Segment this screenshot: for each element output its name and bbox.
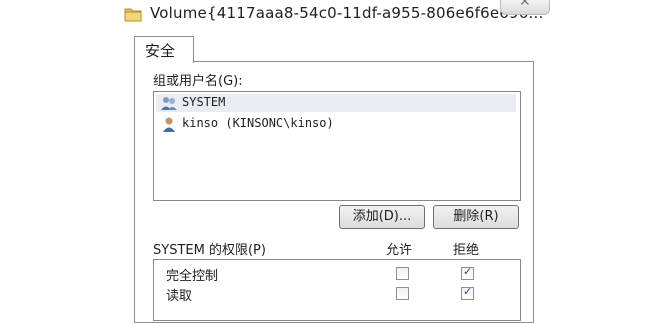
permissions-label: SYSTEM 的权限(P): [153, 243, 266, 258]
list-item-system[interactable]: SYSTEM: [156, 94, 516, 112]
allow-header: 允许: [386, 243, 413, 258]
list-item-label: SYSTEM: [182, 95, 226, 109]
close-button[interactable]: ✕: [500, 0, 550, 15]
permission-name: 完全控制: [166, 269, 219, 284]
window-title: Volume{4117aaa8-54c0-11df-a955-806e6f6e6…: [150, 4, 544, 22]
allow-read-checkbox[interactable]: [396, 287, 409, 300]
list-item-label: kinso (KINSONC\kinso): [182, 116, 334, 130]
permission-name: 读取: [166, 289, 193, 304]
tab-security[interactable]: 安全: [134, 36, 194, 63]
remove-button[interactable]: 删除(R): [433, 205, 519, 229]
deny-full-control-checkbox[interactable]: [461, 265, 474, 280]
user-icon: [163, 117, 175, 132]
tab-security-label: 安全: [145, 42, 176, 60]
users-group-icon: [161, 97, 177, 110]
close-icon: ✕: [519, 0, 531, 10]
permissions-list: 完全控制 读取: [153, 259, 521, 321]
deny-header: 拒绝: [453, 243, 480, 258]
group-user-list[interactable]: SYSTEM kinso (KINSONC\kinso): [153, 91, 521, 201]
groups-label: 组或用户名(G):: [153, 74, 243, 89]
folder-icon: [124, 8, 142, 22]
list-item-kinso[interactable]: kinso (KINSONC\kinso): [156, 115, 516, 133]
add-button[interactable]: 添加(D)...: [339, 205, 425, 229]
deny-read-checkbox[interactable]: [461, 285, 474, 300]
allow-full-control-checkbox[interactable]: [396, 267, 409, 280]
title-bar: Volume{4117aaa8-54c0-11df-a955-806e6f6e6…: [0, 0, 650, 32]
